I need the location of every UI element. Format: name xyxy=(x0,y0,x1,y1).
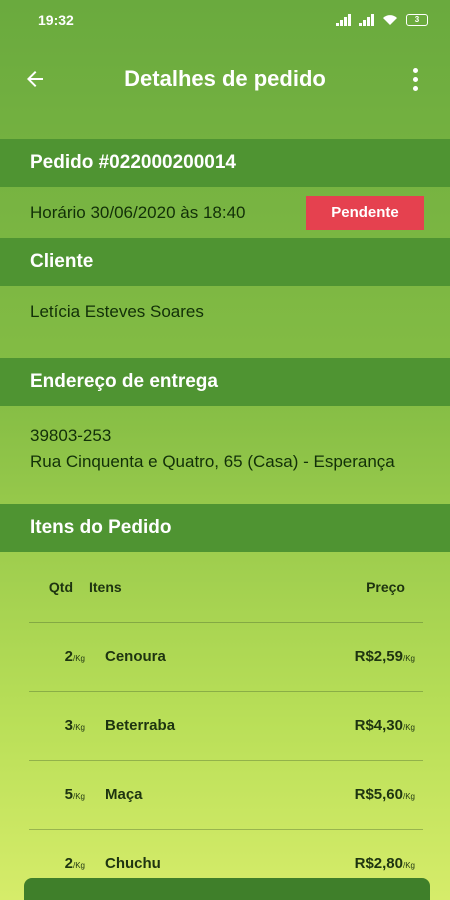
items-table-header: Qtd Itens Preço xyxy=(29,552,423,623)
item-name: Maça xyxy=(89,760,276,830)
back-arrow-icon[interactable] xyxy=(20,64,50,94)
items-list: Qtd Itens Preço 2/Kg Cenoura R$2,59/Kg 3… xyxy=(0,552,450,899)
column-header-price: Preço xyxy=(275,552,423,623)
page-title: Detalhes de pedido xyxy=(124,66,326,91)
order-number-header: Pedido #022000200014 xyxy=(0,139,450,187)
status-badge: Pendente xyxy=(306,195,424,230)
column-header-qtd: Qtd xyxy=(29,552,89,623)
item-name: Cenoura xyxy=(89,622,276,692)
order-time: Horário 30/06/2020 às 18:40 xyxy=(30,202,246,222)
status-time: 19:32 xyxy=(38,12,74,28)
address-body: 39803-253 Rua Cinquenta e Quatro, 65 (Ca… xyxy=(0,406,450,504)
wifi-icon xyxy=(383,15,397,25)
table-row: 3/Kg Beterraba R$4,30/Kg xyxy=(29,691,423,761)
app-bar: Detalhes de pedido xyxy=(0,40,450,118)
column-header-item: Itens xyxy=(89,552,276,623)
more-options-icon[interactable] xyxy=(400,67,430,91)
table-row: 2/Kg Cenoura R$2,59/Kg xyxy=(29,622,423,692)
address-header: Endereço de entrega xyxy=(0,358,450,406)
client-name: Letícia Esteves Soares xyxy=(30,302,204,321)
table-row: 5/Kg Maça R$5,60/Kg xyxy=(29,760,423,830)
items-header: Itens do Pedido xyxy=(0,504,450,552)
status-bar: 19:32 3 xyxy=(0,0,450,40)
status-icons: 3 xyxy=(336,14,428,26)
address-zip: 39803-253 xyxy=(30,426,112,445)
order-time-row: Horário 30/06/2020 às 18:40 Pendente xyxy=(0,187,450,238)
address-street: Rua Cinquenta e Quatro, 65 (Casa) - Espe… xyxy=(30,452,395,471)
item-name: Beterraba xyxy=(89,691,276,761)
signal-icon-2 xyxy=(359,14,374,26)
battery-icon: 3 xyxy=(406,14,428,26)
items-table: Qtd Itens Preço 2/Kg Cenoura R$2,59/Kg 3… xyxy=(29,552,423,899)
bottom-action-button[interactable] xyxy=(24,878,430,900)
client-header: Cliente xyxy=(0,238,450,286)
item-qtd: 3/Kg xyxy=(29,691,89,761)
signal-icon xyxy=(336,14,351,26)
item-qtd: 2/Kg xyxy=(29,622,89,692)
item-price: R$2,59/Kg xyxy=(275,622,423,692)
item-price: R$4,30/Kg xyxy=(275,691,423,761)
item-qtd: 5/Kg xyxy=(29,760,89,830)
item-price: R$5,60/Kg xyxy=(275,760,423,830)
